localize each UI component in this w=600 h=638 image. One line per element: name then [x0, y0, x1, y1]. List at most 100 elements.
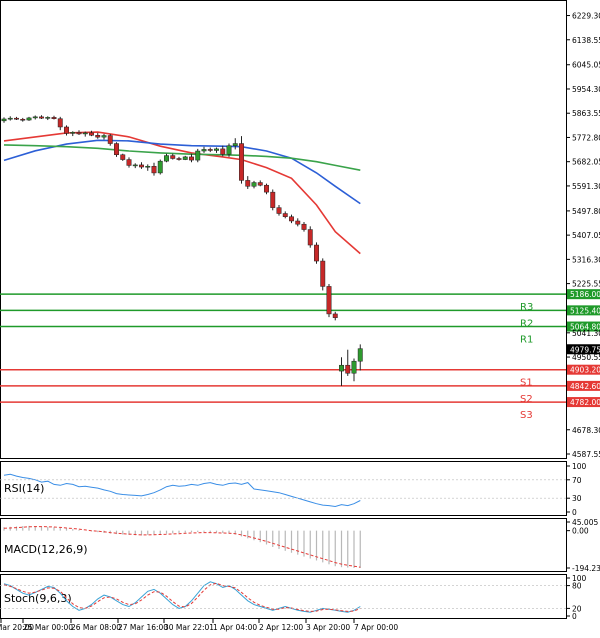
bull-candle-body [357, 348, 363, 362]
bear-candle-body [332, 313, 338, 318]
level-price-s3: 4782.00 [570, 398, 600, 407]
price-tick-label: 5041.30 [572, 329, 600, 338]
last-price-label: 4979.75 [570, 345, 600, 354]
macd-tick-label: 45.005 [572, 518, 598, 527]
candle [251, 180, 257, 189]
stoch-tick-label: 80 [572, 582, 582, 591]
candle [126, 157, 132, 168]
candle [207, 147, 213, 153]
bear-candle-body [64, 126, 69, 134]
candle [39, 115, 44, 119]
macd-tick-label: 0.00 [572, 527, 589, 536]
pivot-levels: R35186.00R25125.40R15064.80S14903.20S248… [0, 289, 600, 421]
bear-candle-body [301, 223, 307, 230]
rsi-panel-frame [0, 461, 567, 516]
level-label-s2: S2 [520, 394, 533, 405]
candle [7, 116, 13, 121]
price-panel-frame [0, 0, 567, 459]
bull-candle-body [101, 135, 107, 138]
time-tick-label: 30 Mar 22:01 [164, 623, 214, 632]
candle [1, 117, 7, 123]
candle [26, 116, 32, 121]
candle [345, 349, 351, 376]
candle [339, 357, 344, 387]
moving-averages [3, 131, 361, 255]
bear-candle-body [126, 159, 132, 166]
bull-candle-body [26, 117, 32, 121]
price-candles [1, 115, 363, 387]
bear-candle-body [270, 191, 276, 208]
bear-candle-body [114, 143, 119, 156]
candle [51, 115, 57, 120]
candle [332, 311, 338, 321]
bull-candle-body [214, 148, 219, 151]
bear-candle-body [326, 286, 332, 315]
bull-candle-body [157, 160, 163, 174]
time-tick-label: 2 Apr 12:00 [259, 623, 303, 632]
bear-candle-body [239, 143, 244, 181]
macd-indicator: MACD(12,26,9) 45.0050.00 -194.23 [3, 518, 600, 573]
bear-candle-body [307, 229, 313, 246]
level-label-s1: S1 [520, 378, 533, 389]
bull-candle-body [82, 132, 88, 135]
chart-canvas: R35186.00R25125.40R15064.80S14903.20S248… [0, 0, 600, 632]
bear-candle-body [220, 148, 226, 155]
bear-candle-body [14, 117, 19, 120]
candle [57, 116, 63, 131]
price-tick-label: 6045.05 [572, 61, 600, 70]
candle [76, 130, 82, 135]
level-price-r3: 5186.00 [570, 290, 600, 299]
candle [145, 164, 151, 171]
time-tick-label: 1 Apr 04:00 [213, 623, 257, 632]
macd-title: MACD(12,26,9) [4, 543, 88, 556]
time-tick-label: 27 Mar 16:00 [118, 623, 168, 632]
bear-candle-body [76, 132, 82, 135]
price-tick-label: 5497.80 [572, 207, 600, 216]
price-tick-label: 5954.30 [572, 85, 600, 94]
candle [270, 189, 276, 211]
level-label-r2: R2 [520, 318, 533, 329]
candle [107, 133, 113, 146]
candle [176, 156, 182, 161]
bull-candle-body [232, 143, 238, 146]
price-tick-label: 5591.30 [572, 182, 600, 191]
bear-candle-body [20, 118, 26, 121]
time-tick-label: 7 Apr 00:00 [354, 623, 398, 632]
ma-fast-line [3, 131, 361, 255]
candle [264, 183, 269, 195]
bull-candle-body [182, 156, 188, 160]
bull-candle-body [1, 118, 7, 122]
candle [245, 176, 251, 189]
level-label-r3: R3 [520, 302, 533, 313]
bull-candle-body [351, 360, 357, 374]
candle [314, 242, 319, 264]
rsi-tick-label: 30 [572, 494, 582, 503]
bull-candle-body [339, 364, 344, 372]
level-price-r2: 5125.40 [570, 306, 600, 315]
candle [307, 226, 313, 248]
price-tick-label: 5407.05 [572, 231, 600, 240]
macd-tick-label: -194.23 [572, 564, 600, 573]
price-tick-label: 4587.55 [572, 450, 600, 459]
candle [320, 258, 326, 291]
candle [326, 284, 332, 318]
bear-candle-body [276, 207, 282, 214]
price-tick-label: 6229.30 [572, 12, 600, 21]
bull-candle-body [201, 149, 207, 152]
rsi-line [3, 473, 361, 508]
price-tick-label: 4678.30 [572, 426, 600, 435]
level-price-s1: 4903.20 [570, 366, 600, 375]
candle [282, 211, 288, 219]
candle [32, 115, 38, 120]
price-tick-label: 5316.30 [572, 255, 600, 264]
candle [182, 155, 188, 161]
bear-candle-body [57, 118, 63, 128]
bear-candle-body [282, 213, 288, 217]
bear-candle-body [120, 154, 126, 160]
level-price-s2: 4842.60 [570, 382, 600, 391]
chart-window: R3 5186.00 R2 5125.40 R1 5064.80 S1 4903.20 S2 48… [0, 0, 600, 634]
candle [114, 142, 119, 157]
bull-candle-body [251, 182, 257, 187]
candle [195, 148, 201, 163]
candle [95, 132, 101, 139]
